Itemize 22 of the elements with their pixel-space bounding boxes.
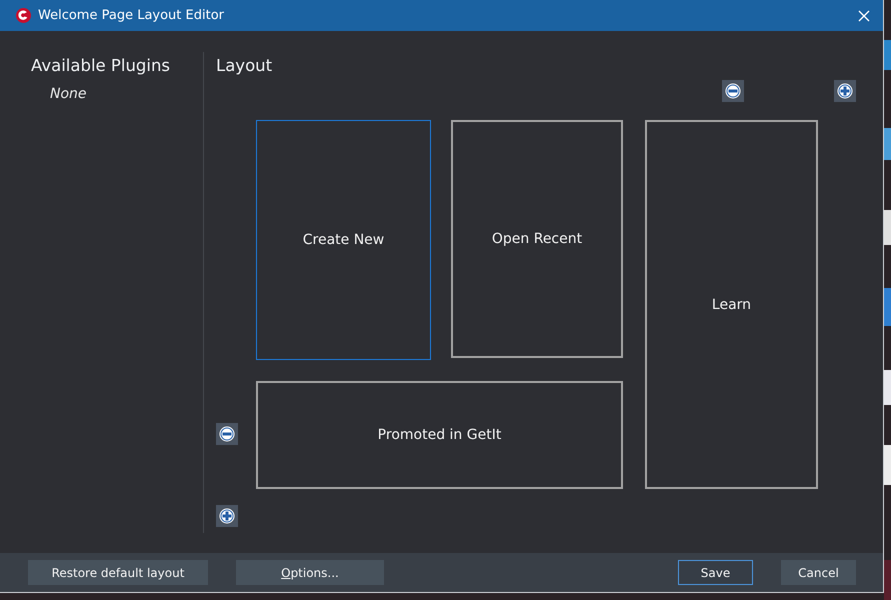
remove-button[interactable] [722, 80, 744, 102]
layout-tile[interactable]: Learn [645, 120, 818, 489]
footer-button[interactable]: Save [678, 560, 753, 585]
footer-button[interactable]: Options... [236, 560, 384, 585]
footer-button[interactable]: Cancel [781, 560, 856, 585]
window-title: Welcome Page Layout Editor [38, 8, 225, 23]
layout-tile[interactable]: Open Recent [451, 120, 623, 358]
minus-circle-icon [219, 426, 235, 442]
add-button[interactable] [216, 505, 238, 527]
plus-circle-icon [837, 83, 853, 99]
minus-circle-icon [725, 83, 741, 99]
close-icon [858, 10, 870, 22]
panel-heading: Layout [216, 56, 272, 75]
add-button[interactable] [834, 80, 856, 102]
layout-tile[interactable]: Create New [256, 120, 431, 360]
remove-button[interactable] [216, 423, 238, 445]
plugin-list-item[interactable]: None [50, 86, 87, 102]
panel-heading: Available Plugins [31, 56, 170, 75]
layout-tile[interactable]: Promoted in GetIt [256, 381, 623, 489]
app-logo-icon [16, 8, 31, 23]
footer-button[interactable]: Restore default layout [28, 560, 208, 585]
plus-circle-icon [219, 508, 235, 524]
